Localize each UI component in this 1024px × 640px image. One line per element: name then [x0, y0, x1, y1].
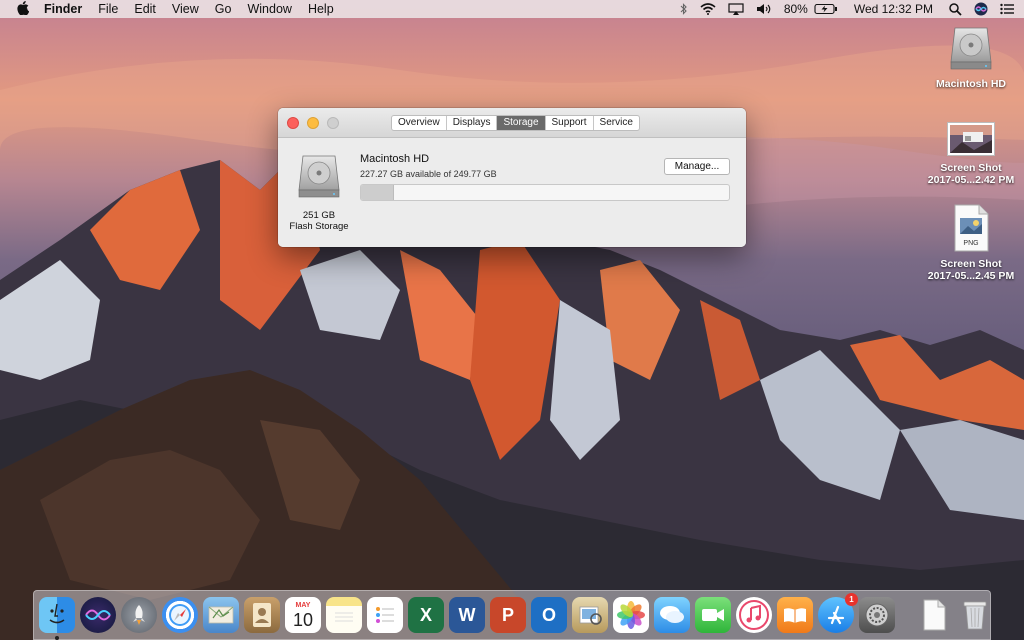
desktop-icon-label-date: 2017-05...2.45 PM: [927, 270, 1015, 282]
about-this-mac-window: Overview Displays Storage Support Servic…: [278, 108, 746, 247]
siri-menubar-icon[interactable]: [968, 2, 994, 16]
menu-edit[interactable]: Edit: [126, 2, 164, 16]
tab-service[interactable]: Service: [594, 116, 639, 130]
photos-icon[interactable]: [613, 597, 649, 633]
wifi-icon[interactable]: [694, 3, 722, 15]
volume-name: Macintosh HD: [360, 153, 430, 165]
apple-menu-icon[interactable]: [10, 0, 36, 18]
menu-help[interactable]: Help: [300, 2, 342, 16]
close-button[interactable]: [287, 117, 299, 129]
excel-icon[interactable]: X: [408, 597, 444, 633]
battery-icon[interactable]: [814, 3, 844, 15]
png-badge: PNG: [963, 240, 979, 247]
document-icon[interactable]: [916, 597, 952, 633]
tab-overview[interactable]: Overview: [392, 116, 447, 130]
launchpad-icon[interactable]: [121, 597, 157, 633]
system-preferences-icon[interactable]: [859, 597, 895, 633]
tab-storage[interactable]: Storage: [497, 116, 546, 130]
menu-window[interactable]: Window: [239, 2, 299, 16]
desktop-icon-label: Screen Shot: [940, 162, 1002, 174]
segmented-tabs: Overview Displays Storage Support Servic…: [391, 115, 640, 131]
menu-view[interactable]: View: [164, 2, 207, 16]
tab-support[interactable]: Support: [546, 116, 594, 130]
window-controls: [287, 117, 339, 129]
disk-caption: 251 GB Flash Storage: [284, 210, 354, 232]
mail-icon[interactable]: [203, 597, 239, 633]
preview-icon[interactable]: [572, 597, 608, 633]
battery-percent[interactable]: 80%: [778, 2, 814, 16]
menu-go[interactable]: Go: [207, 2, 240, 16]
storage-panel: 251 GB Flash Storage Macintosh HD 227.27…: [278, 138, 746, 247]
tab-displays[interactable]: Displays: [447, 116, 498, 130]
desktop-icon-label-date: 2017-05...2.42 PM: [927, 174, 1015, 186]
clock[interactable]: Wed 12:32 PM: [844, 2, 943, 16]
contacts-icon[interactable]: [244, 597, 280, 633]
disk-capacity: 251 GB: [302, 210, 336, 221]
menu-bar-status-area: 80% Wed 12:32 PM: [674, 0, 1024, 18]
menu-file[interactable]: File: [90, 2, 126, 16]
volume-available-text: 227.27 GB available of 249.77 GB: [360, 169, 497, 179]
safari-icon[interactable]: [162, 597, 198, 633]
bluetooth-icon[interactable]: [674, 3, 694, 15]
airplay-icon[interactable]: [722, 3, 750, 15]
storage-usage-bar: [360, 184, 730, 201]
desktop-wallpaper: [0, 0, 1024, 640]
trash-icon[interactable]: [957, 597, 993, 633]
manage-button[interactable]: Manage...: [664, 158, 730, 175]
zoom-button[interactable]: [327, 117, 339, 129]
menu-bar: Finder File Edit View Go Window Help 80%…: [0, 0, 1024, 18]
spotlight-search-icon[interactable]: [943, 2, 968, 16]
calendar-icon[interactable]: MAY 10: [285, 597, 321, 633]
powerpoint-icon[interactable]: P: [490, 597, 526, 633]
itunes-icon[interactable]: [736, 597, 772, 633]
minimize-button[interactable]: [307, 117, 319, 129]
desktop-icon-screenshot-1[interactable]: Screen Shot 2017-05...2.42 PM: [921, 122, 1021, 186]
finder-icon[interactable]: [39, 597, 75, 640]
storage-usage-fill: [361, 185, 395, 200]
png-file-icon: PNG: [952, 204, 990, 252]
image-thumbnail-icon: [947, 122, 995, 156]
hard-drive-icon: [948, 24, 994, 72]
siri-icon[interactable]: [80, 597, 116, 633]
flash-storage-disk-icon: [296, 152, 342, 205]
app-store-icon[interactable]: 1: [818, 593, 858, 633]
calendar-day: 10: [292, 609, 314, 630]
menu-app-name[interactable]: Finder: [36, 2, 90, 16]
ibooks-icon[interactable]: [777, 597, 813, 633]
messages-icon[interactable]: [654, 597, 690, 633]
desktop-icon-screenshot-2[interactable]: PNG Screen Shot 2017-05...2.45 PM: [921, 204, 1021, 282]
disk-type: Flash Storage: [289, 221, 349, 232]
volume-icon[interactable]: [750, 3, 778, 15]
outlook-icon[interactable]: O: [531, 597, 567, 633]
facetime-icon[interactable]: [695, 597, 731, 633]
reminders-icon[interactable]: [367, 597, 403, 633]
desktop-icon-label: Macintosh HD: [935, 78, 1006, 90]
window-titlebar[interactable]: Overview Displays Storage Support Servic…: [278, 108, 746, 138]
desktop-icon-macintosh-hd[interactable]: Macintosh HD: [921, 24, 1021, 90]
dock: MAY 10 X W P O 1: [33, 590, 991, 640]
desktop-icon-label: Screen Shot: [940, 258, 1002, 270]
calendar-month: MAY: [295, 601, 311, 609]
notification-center-icon[interactable]: [994, 3, 1024, 15]
running-indicator: [55, 636, 59, 640]
word-icon[interactable]: W: [449, 597, 485, 633]
notes-icon[interactable]: [326, 597, 362, 633]
app-store-badge: 1: [845, 593, 858, 606]
wallpaper-mountains: [0, 0, 1024, 640]
